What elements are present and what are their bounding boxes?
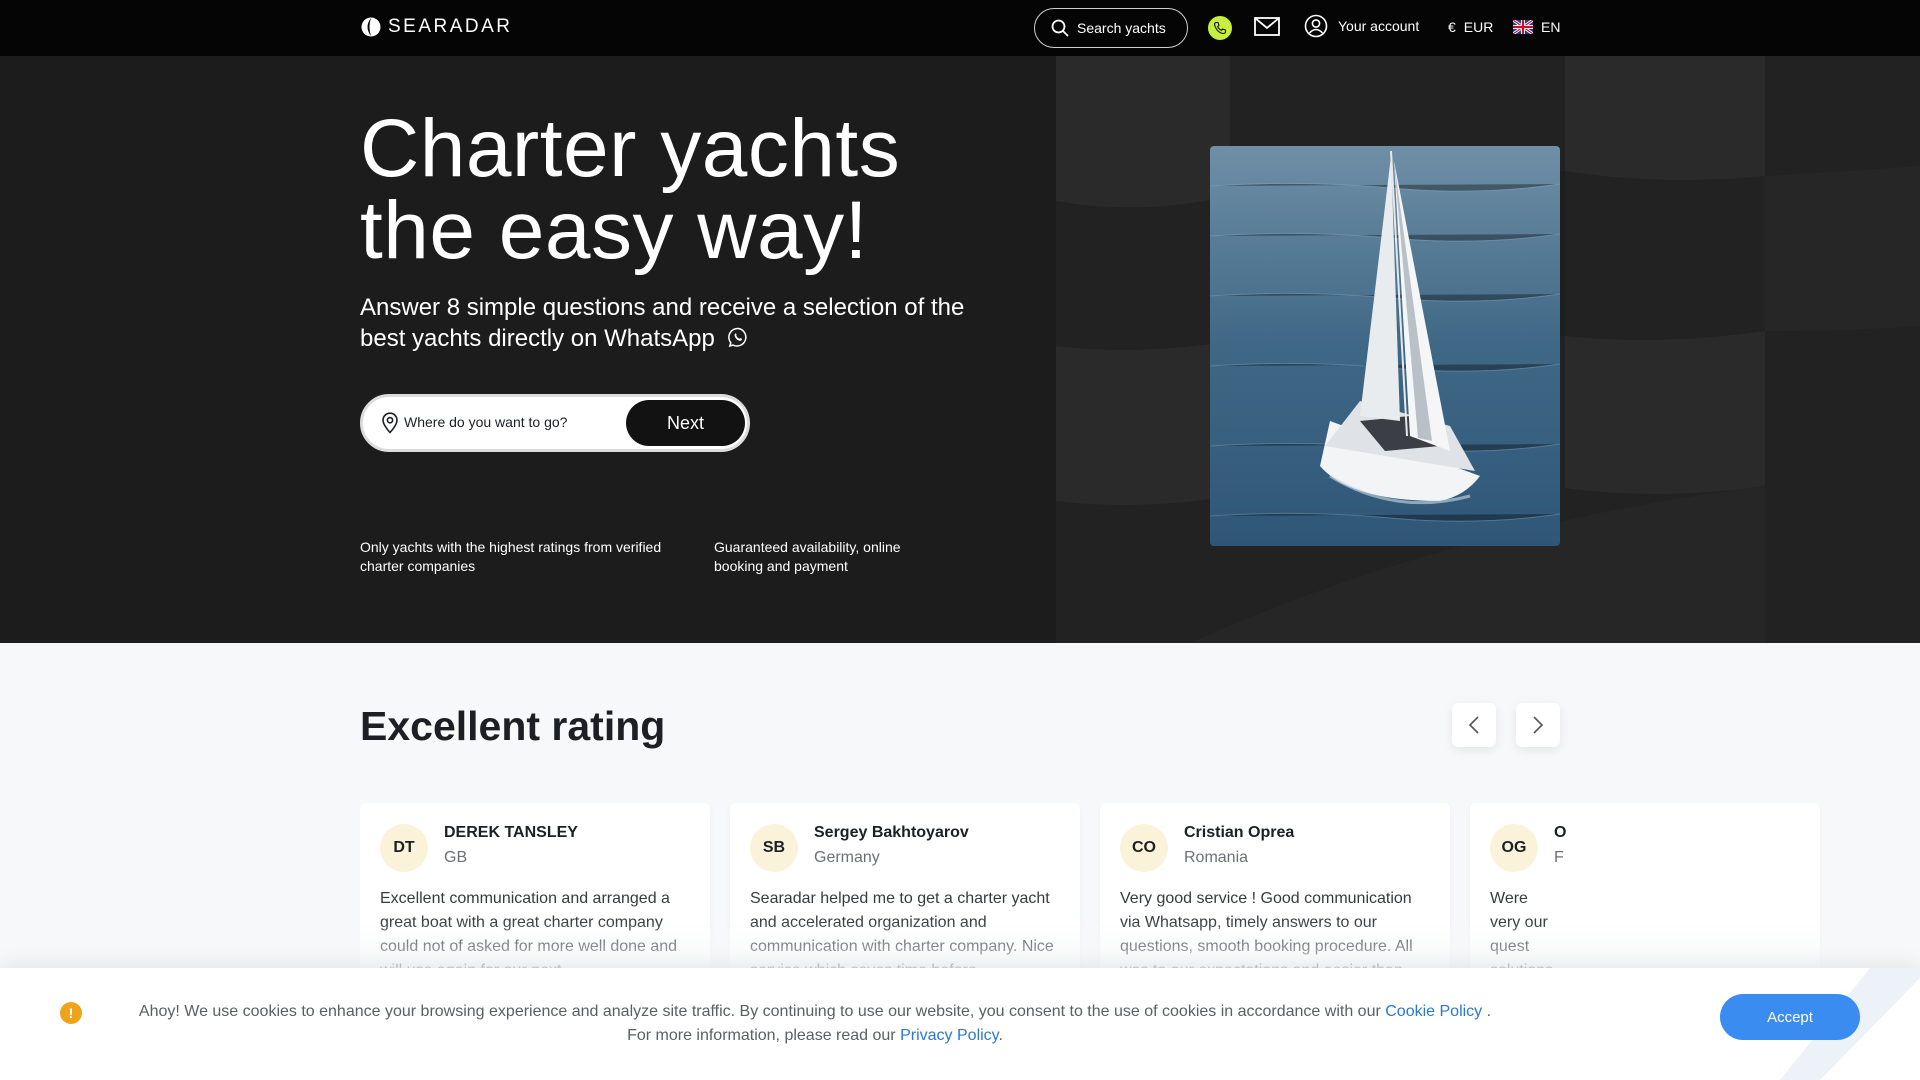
next-button[interactable]: Next [626,400,745,446]
feature-verified-ratings: Only yachts with the highest ratings fro… [360,539,662,574]
reviewer-country: Romania [1184,849,1249,866]
search-icon [1051,19,1069,37]
user-icon [1304,14,1328,38]
reviewer-country: GB [444,849,468,866]
excellent-rating-title: Excellent rating [360,703,666,749]
reviewer-name: Sergey Bakhtoyarov [814,824,969,841]
accept-cookies-button[interactable]: Accept [1720,994,1860,1040]
your-account-label: Your account [1338,18,1420,34]
avatar: SB [750,824,798,872]
currency-symbol: € [1448,19,1456,35]
carousel-next-button[interactable] [1516,703,1560,747]
cookie-banner: ! Ahoy! We use cookies to enhance your b… [0,968,1920,1080]
privacy-policy-link[interactable]: Privacy Policy [900,1027,998,1044]
alert-icon: ! [60,1002,82,1024]
reviewer-name: O [1554,824,1567,841]
search-yachts-label: Search yachts [1077,20,1166,36]
search-yachts-button[interactable]: Search yachts [1034,8,1188,48]
cards-fade-overlay [0,920,1920,970]
cookie-policy-link[interactable]: Cookie Policy [1385,1003,1482,1020]
your-account-button[interactable]: Your account [1304,14,1419,38]
hero-title: Charter yachts the easy way! [360,108,900,272]
language-label: EN [1541,19,1561,35]
destination-search-box: Next [360,394,750,452]
reviewer-name: Cristian Oprea [1184,824,1295,841]
phone-icon [1213,21,1227,35]
email-button[interactable] [1254,16,1280,40]
mail-icon [1254,17,1280,36]
cookie-message: Ahoy! We use cookies to enhance your bro… [130,1000,1500,1048]
avatar: DT [380,824,428,872]
hero-section: Charter yachts the easy way! Answer 8 si… [0,56,1920,643]
reviewer-country: Germany [814,849,880,866]
currency-selector[interactable]: € EUR [1448,19,1493,35]
currency-label: EUR [1463,19,1494,35]
phone-button[interactable] [1208,16,1232,40]
uk-flag-icon [1513,20,1533,34]
chevron-left-icon [1468,716,1479,734]
language-selector[interactable]: EN [1513,19,1560,35]
carousel-prev-button[interactable] [1452,703,1496,747]
hero-title-line2: the easy way! [360,185,868,276]
whatsapp-icon [727,327,747,348]
avatar: CO [1120,824,1168,872]
destination-input[interactable] [404,414,604,430]
logo-icon [361,17,381,37]
logo-text: SEARADAR [388,16,513,37]
cookie-text-intro: Ahoy! We use cookies to enhance your bro… [138,1003,1381,1020]
hero-title-line1: Charter yachts [360,103,901,194]
searadar-logo[interactable]: SEARADAR [360,16,513,38]
top-nav-bar: SEARADAR Search yachts Your account € EU… [0,0,1920,56]
location-pin-icon [382,412,398,434]
catamaran-photo [1210,146,1560,546]
chevron-right-icon [1533,716,1544,734]
hero-subtitle-text: Answer 8 simple questions and receive a … [360,294,965,352]
feature-guaranteed-availability: Guaranteed availability, online booking … [714,539,901,574]
reviewer-name: DEREK TANSLEY [444,824,578,841]
avatar: OG [1490,824,1538,872]
hero-subtitle: Answer 8 simple questions and receive a … [360,292,980,354]
cookie-text-end: . [998,1027,1003,1044]
reviewer-country: F [1554,849,1564,866]
